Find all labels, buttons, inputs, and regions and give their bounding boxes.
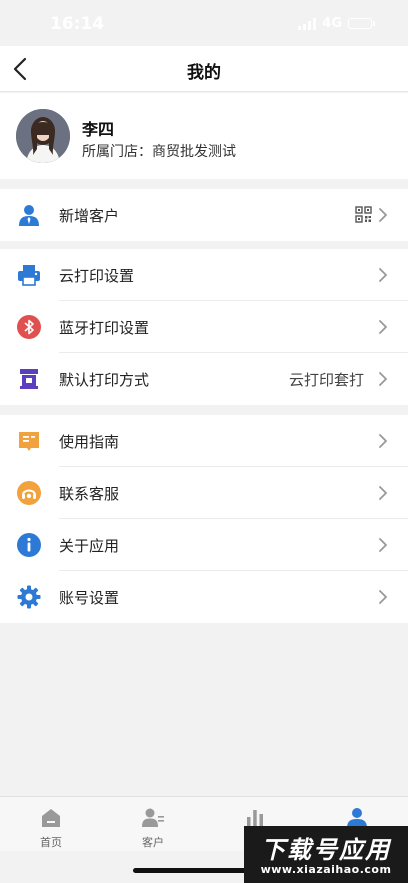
menu-item-label: 云打印设置 <box>59 267 135 285</box>
chevron-right-icon <box>379 320 387 334</box>
menu-item-label: 蓝牙打印设置 <box>59 319 150 337</box>
customer-icon <box>142 808 164 827</box>
menu-item-label: 新增客户 <box>59 207 120 225</box>
user-icon <box>19 205 39 226</box>
status-bar: 16:14 4G <box>0 0 408 46</box>
chevron-right-icon <box>379 372 387 386</box>
menu-item-value: 云打印套打 <box>288 371 364 389</box>
store-label: 所属门店： <box>82 144 152 160</box>
chevron-right-icon <box>379 268 387 282</box>
network-type: 4G <box>322 16 342 31</box>
menu-item-cloud-print-settings[interactable]: 云打印设置 <box>0 249 408 301</box>
menu-item-default-print-mode[interactable]: 默认打印方式 云打印套打 <box>0 353 408 405</box>
chevron-right-icon <box>379 486 387 500</box>
menu-group-printing: 云打印设置 蓝牙打印设置 默认打印方式 云打印套打 <box>0 249 408 405</box>
menu-item-account-settings[interactable]: 账号设置 <box>0 571 408 623</box>
chevron-right-icon <box>379 590 387 604</box>
tab-label: 首页 <box>40 836 62 849</box>
gear-icon <box>17 585 41 609</box>
home-icon <box>42 809 60 827</box>
store-info: 所属门店：商贸批发测试 <box>82 141 236 161</box>
qr-code-icon[interactable] <box>355 206 372 223</box>
headset-icon <box>17 481 41 505</box>
page-title: 我的 <box>187 63 221 83</box>
signal-icon <box>298 17 317 30</box>
chevron-right-icon <box>379 434 387 448</box>
menu-item-about-app[interactable]: 关于应用 <box>0 519 408 571</box>
tab-customers[interactable]: 客户 <box>102 797 204 852</box>
battery-icon <box>348 18 375 29</box>
bluetooth-icon <box>17 315 41 339</box>
watermark: 下载号应用 www.xiazaihao.com <box>244 826 408 883</box>
menu-item-user-guide[interactable]: 使用指南 <box>0 415 408 467</box>
menu-item-add-customer[interactable]: 新增客户 <box>0 189 408 241</box>
menu-group-help: 使用指南 联系客服 关于应用 账号设置 <box>0 415 408 623</box>
menu-item-label: 关于应用 <box>59 537 120 555</box>
chevron-right-icon <box>379 208 387 222</box>
guide-icon <box>19 432 39 451</box>
status-indicators: 4G <box>298 16 375 31</box>
menu-item-label: 账号设置 <box>59 589 120 607</box>
menu-group-customers: 新增客户 <box>0 189 408 241</box>
menu-item-label: 联系客服 <box>59 485 120 503</box>
menu-item-bluetooth-print-settings[interactable]: 蓝牙打印设置 <box>0 301 408 353</box>
tab-label: 客户 <box>142 836 164 849</box>
store-name: 商贸批发测试 <box>152 144 236 160</box>
menu-item-label: 使用指南 <box>59 433 120 451</box>
watermark-text: 下载号应用 <box>261 836 391 864</box>
printer-icon <box>18 265 40 286</box>
profile-card[interactable]: 李四 所属门店：商贸批发测试 <box>0 93 408 179</box>
info-icon <box>17 533 41 557</box>
menu-item-label: 默认打印方式 <box>59 371 150 389</box>
status-time: 16:14 <box>50 14 105 34</box>
user-name: 李四 <box>82 120 115 139</box>
menu-item-contact-support[interactable]: 联系客服 <box>0 467 408 519</box>
nav-bar: 我的 <box>0 46 408 92</box>
print-mode-icon <box>20 369 38 389</box>
tab-home[interactable]: 首页 <box>0 797 102 852</box>
watermark-url: www.xiazaihao.com <box>260 863 392 876</box>
avatar[interactable] <box>16 109 70 163</box>
chevron-right-icon <box>379 538 387 552</box>
